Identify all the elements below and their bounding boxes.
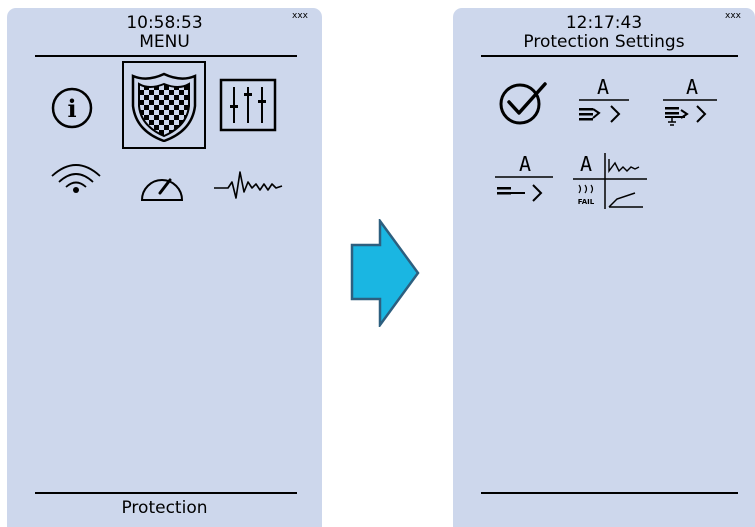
overcurrent-protection-icon[interactable]: A (491, 149, 555, 207)
gauge-icon[interactable] (138, 163, 186, 203)
page-title: MENU (139, 32, 190, 52)
clock: 12:17:43 (565, 13, 643, 33)
info-icon[interactable]: i (50, 86, 94, 130)
fault-recorder-icon[interactable]: A FAIL (571, 149, 651, 213)
wireless-icon[interactable] (48, 158, 104, 194)
header-divider (481, 55, 738, 57)
svg-text:A: A (597, 75, 609, 99)
status-badge: xxx (725, 11, 741, 21)
arrow-right-icon (350, 219, 420, 327)
svg-text:A: A (580, 152, 592, 176)
earth-fault-icon[interactable]: A (659, 72, 719, 130)
check-circle-icon[interactable] (497, 80, 549, 126)
menu-screen: 10:58:53 xxx MENU i Protection (7, 8, 322, 527)
protection-settings-screen: 12:17:43 xxx Protection Settings A A A A… (453, 8, 755, 527)
svg-text:A: A (519, 152, 531, 176)
footer-divider (481, 492, 738, 494)
footer-divider (35, 492, 297, 494)
status-badge: xxx (292, 11, 308, 21)
svg-text:A: A (686, 75, 698, 99)
settings-sliders-icon[interactable] (219, 78, 277, 132)
protection-shield-icon[interactable] (129, 70, 199, 142)
clock: 10:58:53 (126, 13, 203, 33)
header-divider (35, 55, 297, 57)
overload-protection-icon[interactable]: A (573, 72, 633, 130)
page-title: Protection Settings (523, 32, 685, 52)
svg-text:FAIL: FAIL (578, 198, 595, 206)
selected-item-label: Protection (121, 498, 208, 518)
waveform-icon[interactable] (212, 168, 284, 202)
svg-text:i: i (67, 94, 76, 123)
